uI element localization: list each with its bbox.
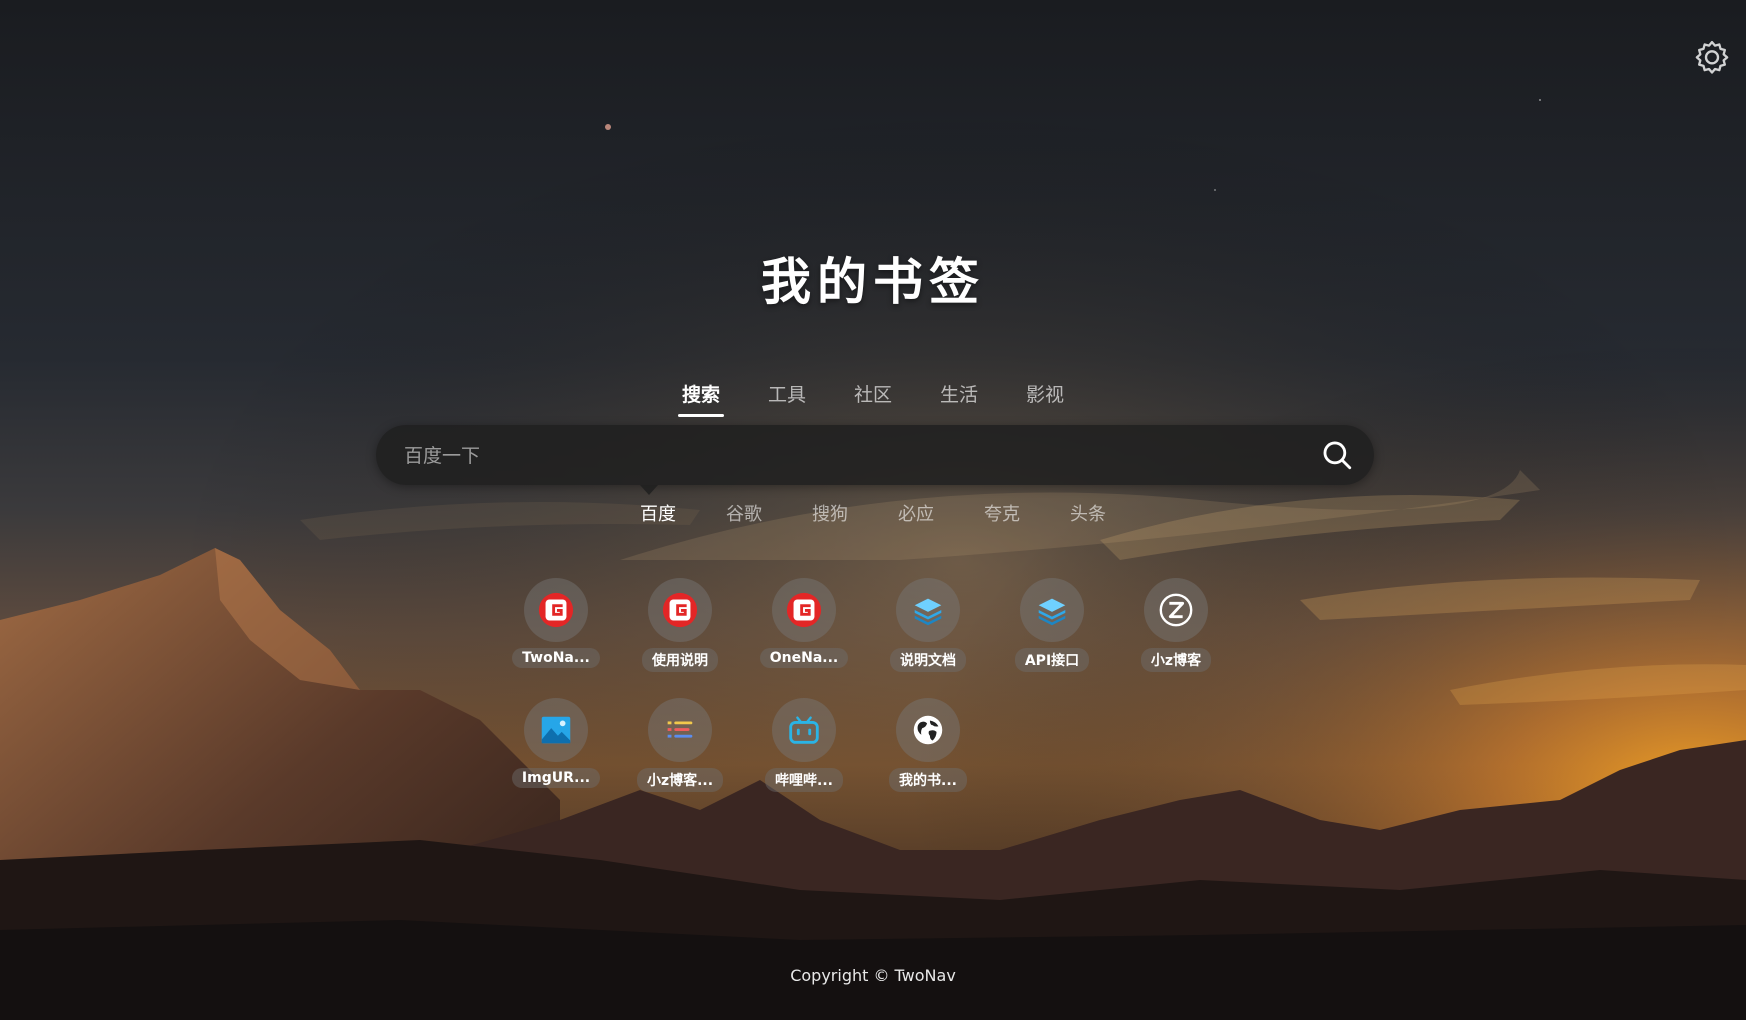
category-tabs: 搜索 工具 社区 生活 影视 [0, 380, 1746, 417]
engine-toutiao[interactable]: 头条 [1070, 500, 1106, 526]
engine-sogou[interactable]: 搜狗 [812, 500, 848, 526]
bookmark-label: ImgUR... [511, 768, 601, 788]
g-logo-icon [538, 592, 574, 628]
bookmark-label: TwoNa... [512, 648, 600, 668]
layers-icon [914, 598, 942, 626]
bookmark-item[interactable]: 哔哩哔... [762, 698, 846, 792]
engine-baidu[interactable]: 百度 [640, 500, 676, 526]
bookmark-item[interactable]: 使用说明 [638, 578, 722, 672]
search-box [376, 425, 1374, 487]
bookmark-label: 小z博客 [1140, 648, 1212, 672]
bookmark-label: 小z博客... [636, 768, 724, 792]
bookmark-icon [524, 578, 588, 642]
tab-search[interactable]: 搜索 [677, 380, 724, 417]
bookmark-item[interactable]: 说明文档 [886, 578, 970, 672]
search-engine-tabs: 百度 谷歌 搜狗 必应 夸克 头条 [0, 500, 1746, 526]
tab-video[interactable]: 影视 [1024, 380, 1066, 417]
bookmark-item[interactable]: 小z博客 [1134, 578, 1218, 672]
bookmark-label: 使用说明 [642, 648, 718, 672]
bookmark-label: 我的书... [889, 768, 967, 792]
bookmark-item[interactable]: API接口 [1010, 578, 1094, 672]
z-circle-icon [1159, 593, 1193, 627]
g-logo-icon [786, 592, 822, 628]
bookmark-icon [648, 578, 712, 642]
bookmark-item[interactable]: 我的书... [886, 698, 970, 792]
g-logo-icon [662, 592, 698, 628]
bookmark-item[interactable]: 小z博客... [636, 698, 724, 792]
bookmark-icon [772, 698, 836, 762]
engine-pointer [640, 485, 658, 495]
engine-quark[interactable]: 夸克 [984, 500, 1020, 526]
bookmark-icon [772, 578, 836, 642]
settings-button[interactable] [1692, 38, 1732, 78]
bookmark-icon [1020, 578, 1084, 642]
page-title: 我的书签 [761, 253, 985, 311]
bilibili-tv-icon [789, 716, 819, 744]
bookmark-item[interactable]: TwoNa... [512, 578, 600, 672]
bookmark-icon [896, 698, 960, 762]
image-icon [541, 716, 571, 744]
gear-icon [1695, 41, 1729, 74]
bookmark-icon [648, 698, 712, 762]
bookmark-label: OneNa... [759, 648, 849, 668]
engine-google[interactable]: 谷歌 [726, 500, 762, 526]
search-input[interactable] [402, 425, 1286, 487]
bookmark-label: 说明文档 [890, 648, 966, 672]
bookmark-item[interactable]: ImgUR... [511, 698, 601, 792]
bookmark-label: API接口 [1014, 648, 1090, 672]
copyright-footer: Copyright © TwoNav [790, 966, 956, 985]
bookmark-icon [1144, 578, 1208, 642]
bookmark-item[interactable]: OneNa... [759, 578, 849, 672]
tab-tools[interactable]: 工具 [766, 380, 808, 417]
tab-community[interactable]: 社区 [852, 380, 894, 417]
bookmark-grid: TwoNa... 使用说明 OneNa... 说明文档 API接口 小z博客 I… [511, 578, 1254, 792]
list-icon [667, 721, 693, 738]
layers-icon [1038, 598, 1066, 626]
engine-bing[interactable]: 必应 [898, 500, 934, 526]
search-icon [1323, 441, 1352, 470]
tab-life[interactable]: 生活 [938, 380, 980, 417]
bookmark-icon [524, 698, 588, 762]
globe-icon [913, 715, 943, 745]
bookmark-icon [896, 578, 960, 642]
search-button[interactable] [1320, 438, 1354, 472]
bookmark-label: 哔哩哔... [765, 768, 843, 792]
